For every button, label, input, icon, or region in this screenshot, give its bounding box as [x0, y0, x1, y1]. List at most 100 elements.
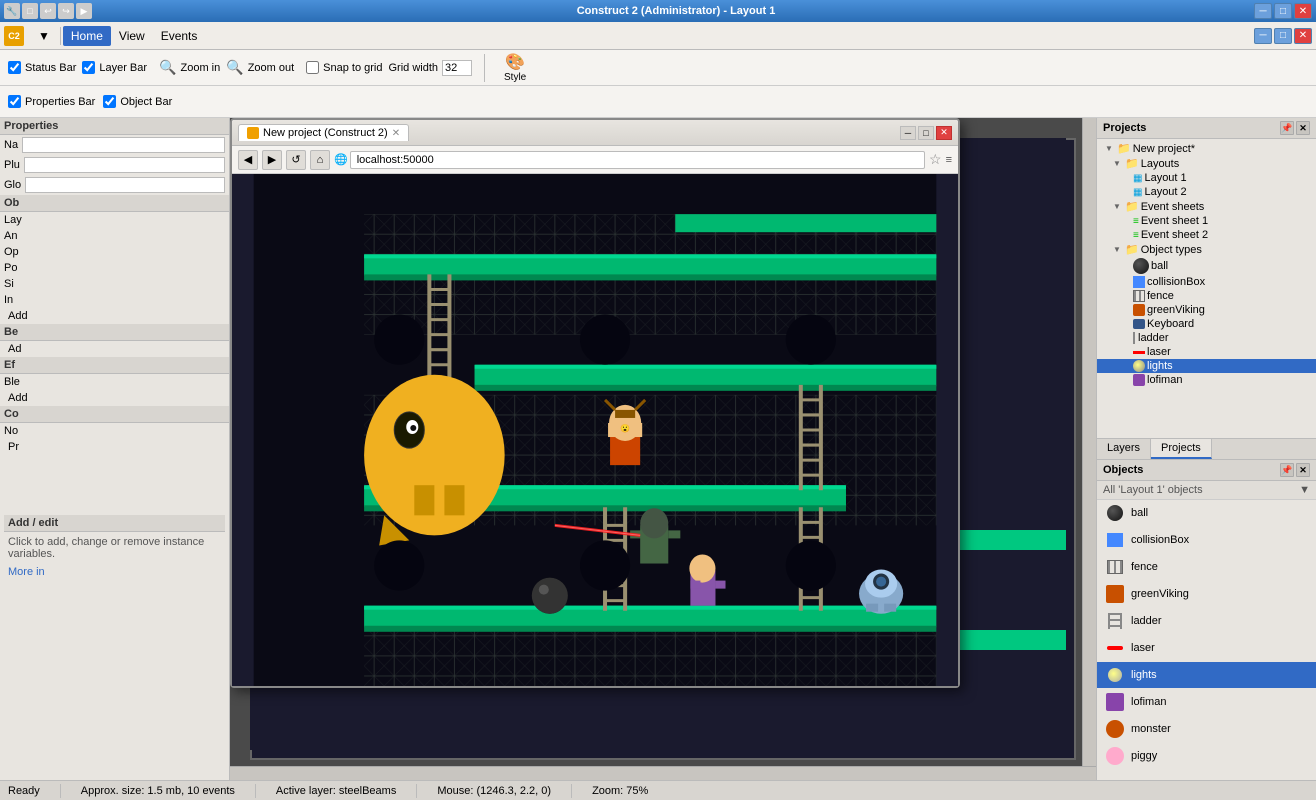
- projects-close-btn[interactable]: ✕: [1296, 121, 1310, 135]
- object-bar-checkbox[interactable]: Object Bar: [103, 95, 172, 108]
- browser-restore-btn[interactable]: □: [918, 126, 934, 140]
- obj-item-piggy[interactable]: piggy: [1097, 743, 1316, 770]
- tree-obj-lights[interactable]: lights: [1097, 359, 1316, 373]
- folder-icon-events: 📁: [1125, 200, 1139, 213]
- obj-item-fence[interactable]: fence: [1097, 554, 1316, 581]
- title-icon-3: ↩: [40, 3, 56, 19]
- browser-minimize-btn[interactable]: ─: [900, 126, 916, 140]
- zoom-out-button[interactable]: 🔍 Zoom out: [226, 59, 294, 76]
- bookmark-star[interactable]: ☆: [929, 151, 942, 168]
- tree-obj-greenviking[interactable]: greenViking: [1097, 303, 1316, 317]
- grid-width-input[interactable]: [442, 60, 472, 76]
- plugin-input[interactable]: [24, 157, 225, 173]
- minimize-button[interactable]: ─: [1254, 3, 1272, 19]
- global-input[interactable]: [25, 177, 225, 193]
- tree-events[interactable]: ▼ 📁 Event sheets: [1097, 199, 1316, 214]
- ball-icon: [1107, 505, 1123, 521]
- browser-tab[interactable]: New project (Construct 2) ✕: [238, 124, 409, 141]
- plugin-label: Plu: [4, 159, 20, 171]
- browser-forward-btn[interactable]: ▶: [262, 150, 282, 170]
- left-scroll[interactable]: Properties Na Plu Glo Ob Lay An Op: [0, 118, 229, 780]
- add-variable-btn[interactable]: Add: [0, 390, 229, 406]
- tree-obj-laser[interactable]: laser: [1097, 345, 1316, 359]
- tree-obj-fence[interactable]: fence: [1097, 289, 1316, 303]
- browser-tab-close[interactable]: ✕: [392, 128, 400, 139]
- properties-panel-title: Properties: [0, 118, 229, 135]
- tree-obj-types[interactable]: ▼ 📁 Object types: [1097, 242, 1316, 257]
- obj-item-lights[interactable]: lights: [1097, 662, 1316, 689]
- instance-field: In: [0, 292, 229, 308]
- more-info-link[interactable]: More in: [4, 564, 225, 580]
- window-min-btn[interactable]: ─: [1254, 28, 1272, 44]
- tree-root-label: New project*: [1133, 143, 1195, 155]
- obj-item-laser[interactable]: laser: [1097, 635, 1316, 662]
- projects-header-icons: 📌 ✕: [1280, 121, 1310, 135]
- properties-link[interactable]: Pr: [0, 439, 229, 455]
- add-edit-title: Add / edit: [4, 515, 225, 532]
- menu-bar: C2 ▼ Home View Events ─ □ ✕: [0, 22, 1316, 50]
- obj-item-greenviking[interactable]: greenViking: [1097, 581, 1316, 608]
- menu-item-view[interactable]: View: [111, 26, 153, 46]
- obj-item-collisionbox[interactable]: collisionBox: [1097, 527, 1316, 554]
- tree-root[interactable]: ▼ 📁 New project*: [1097, 141, 1316, 156]
- objects-title: Objects: [1103, 464, 1143, 476]
- zoom-in-button[interactable]: 🔍 Zoom in: [159, 59, 220, 76]
- obj-item-lofiman[interactable]: lofiman: [1097, 689, 1316, 716]
- layer-bar-checkbox[interactable]: Layer Bar: [82, 61, 147, 74]
- tree-layouts[interactable]: ▼ 📁 Layouts: [1097, 156, 1316, 171]
- snap-grid-checkbox[interactable]: Snap to grid: [306, 61, 382, 74]
- window-close-btn[interactable]: ✕: [1294, 28, 1312, 44]
- event1-icon: ≡: [1133, 216, 1139, 227]
- obj-item-monster[interactable]: monster: [1097, 716, 1316, 743]
- tree-lights-icon: [1133, 360, 1145, 372]
- tree-obj-lofiman[interactable]: lofiman: [1097, 373, 1316, 387]
- projects-tab[interactable]: Projects: [1151, 439, 1212, 459]
- close-button[interactable]: ✕: [1294, 3, 1312, 19]
- title-controls[interactable]: ─ □ ✕: [1254, 3, 1312, 19]
- lofiman-icon: [1106, 693, 1124, 711]
- laser-icon: [1107, 646, 1123, 650]
- tree-obj-keyboard[interactable]: Keyboard: [1097, 317, 1316, 331]
- objects-close-btn[interactable]: ✕: [1296, 463, 1310, 477]
- browser-menu-btn[interactable]: ≡: [946, 154, 952, 166]
- objects-filter-icon[interactable]: ▼: [1299, 484, 1310, 496]
- browser-home-btn[interactable]: ⌂: [310, 150, 330, 170]
- projects-pin-btn[interactable]: 📌: [1280, 121, 1294, 135]
- main-layout: Properties Na Plu Glo Ob Lay An Op: [0, 118, 1316, 780]
- tree-arrow-event1: [1121, 217, 1131, 226]
- obj-item-ladder[interactable]: ladder: [1097, 608, 1316, 635]
- browser-refresh-btn[interactable]: ↺: [286, 150, 306, 170]
- horizontal-scrollbar[interactable]: [230, 766, 1096, 780]
- objects-pin-btn[interactable]: 📌: [1280, 463, 1294, 477]
- vertical-scrollbar[interactable]: [1082, 118, 1096, 766]
- status-bar-checkbox[interactable]: Status Bar: [8, 61, 76, 74]
- tree-layout1-label: Layout 1: [1144, 172, 1186, 184]
- properties-bar-checkbox[interactable]: Properties Bar: [8, 95, 95, 108]
- tree-event2[interactable]: ≡ Event sheet 2: [1097, 228, 1316, 242]
- tree-layout1[interactable]: ▦ Layout 1: [1097, 171, 1316, 185]
- layers-tab[interactable]: Layers: [1097, 439, 1151, 459]
- obj-item-ball[interactable]: ball: [1097, 500, 1316, 527]
- obj-ball-icon-container: [1105, 503, 1125, 523]
- menu-item-events[interactable]: Events: [153, 26, 206, 46]
- tree-layout2[interactable]: ▦ Layout 2: [1097, 185, 1316, 199]
- maximize-button[interactable]: □: [1274, 3, 1292, 19]
- tree-obj-collisionbox[interactable]: collisionBox: [1097, 275, 1316, 289]
- style-button[interactable]: 🎨 Style: [497, 49, 533, 86]
- browser-back-btn[interactable]: ◀: [238, 150, 258, 170]
- objects-filter-bar: All 'Layout 1' objects ▼: [1097, 481, 1316, 500]
- tree-obj-ball[interactable]: ball: [1097, 257, 1316, 275]
- zoom-group: 🔍 Zoom in 🔍 Zoom out: [159, 59, 294, 76]
- viking-icon: [1106, 585, 1124, 603]
- tree-event1[interactable]: ≡ Event sheet 1: [1097, 214, 1316, 228]
- name-input[interactable]: [22, 137, 225, 153]
- window-max-btn[interactable]: □: [1274, 28, 1292, 44]
- menu-item-home[interactable]: Home: [63, 26, 111, 46]
- browser-close-btn[interactable]: ✕: [936, 126, 952, 140]
- add-behavior-btn[interactable]: Add: [0, 308, 229, 324]
- address-input[interactable]: [350, 151, 925, 169]
- menu-item-dropdown[interactable]: ▼: [30, 26, 58, 46]
- tree-obj-ladder[interactable]: ladder: [1097, 331, 1316, 345]
- status-bar: Ready Approx. size: 1.5 mb, 10 events Ac…: [0, 780, 1316, 800]
- add-effect-btn[interactable]: Ad: [0, 341, 229, 357]
